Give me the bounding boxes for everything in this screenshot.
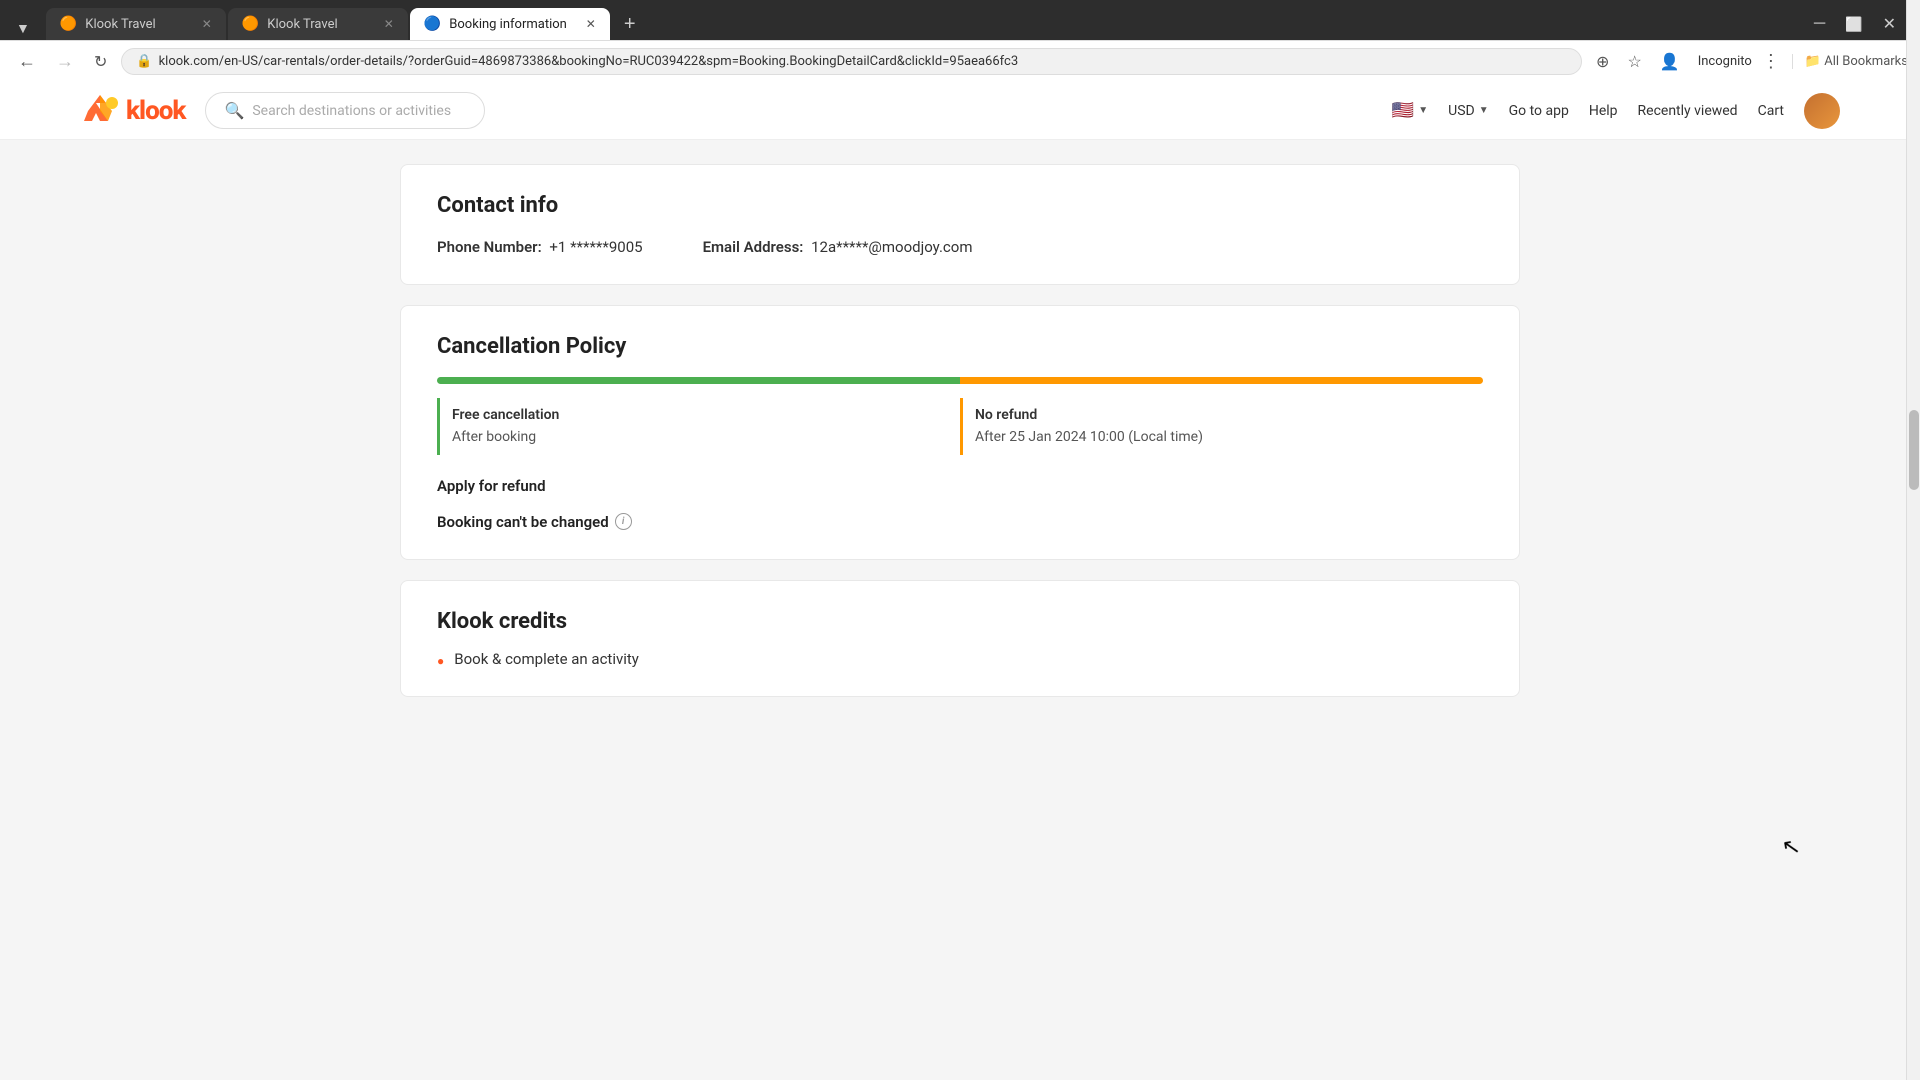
tab-2-close[interactable]: ✕ (384, 17, 394, 31)
page-content: klook 🔍 Search destinations or activitie… (0, 82, 1920, 922)
account-icon[interactable]: 👤 (1654, 50, 1686, 74)
free-cancellation-sub: After booking (452, 426, 948, 448)
browser-chrome: ▼ 🟠 Klook Travel ✕ 🟠 Klook Travel ✕ 🔵 Bo… (0, 0, 1920, 82)
policy-bar-green (437, 377, 960, 384)
tab-1-favicon: 🟠 (60, 16, 77, 32)
cancellation-policy-card: Cancellation Policy Free cancellation Af… (400, 305, 1520, 560)
no-refund-detail: No refund After 25 Jan 2024 10:00 (Local… (960, 398, 1483, 455)
bookmark-icon[interactable]: ☆ (1621, 50, 1647, 74)
contact-info-card: Contact info Phone Number: +1 ******9005… (400, 164, 1520, 285)
klook-credits-title: Klook credits (437, 609, 1483, 634)
search-placeholder-text: Search destinations or activities (252, 103, 451, 119)
tab-2-favicon: 🟠 (242, 16, 259, 32)
reload-btn[interactable]: ↻ (88, 50, 113, 74)
klook-logo[interactable]: klook (80, 93, 185, 129)
klook-logo-text: klook (126, 96, 185, 126)
extensions-icon[interactable]: ⊕ (1590, 50, 1615, 74)
phone-field: Phone Number: +1 ******9005 (437, 238, 643, 256)
tab-3[interactable]: 🔵 Booking information ✕ (410, 8, 610, 40)
contact-info-title: Contact info (437, 193, 1483, 218)
email-label: Email Address: (703, 238, 804, 256)
tab-1[interactable]: 🟠 Klook Travel ✕ (46, 8, 226, 40)
main-content: Contact info Phone Number: +1 ******9005… (320, 140, 1600, 721)
minimize-btn[interactable]: ─ (1806, 13, 1833, 35)
recently-viewed-link[interactable]: Recently viewed (1638, 103, 1738, 119)
bookmarks-label: 📁 All Bookmarks (1792, 54, 1908, 69)
phone-value: +1 ******9005 (549, 238, 642, 256)
go-to-app-link[interactable]: Go to app (1509, 103, 1569, 119)
free-cancellation-title: Free cancellation (452, 404, 948, 426)
email-value: 12a*****@moodjoy.com (811, 238, 972, 256)
currency-text: USD (1448, 103, 1475, 119)
forward-btn[interactable]: → (50, 49, 80, 74)
tab-3-close[interactable]: ✕ (586, 17, 596, 31)
email-field: Email Address: 12a*****@moodjoy.com (703, 238, 973, 256)
search-icon: 🔍 (224, 101, 244, 120)
phone-label: Phone Number: (437, 238, 542, 256)
help-link[interactable]: Help (1589, 103, 1618, 119)
close-btn[interactable]: ✕ (1875, 12, 1904, 36)
klook-credits-card: Klook credits ● Book & complete an activ… (400, 580, 1520, 697)
dropdown-arrow: ▼ (1418, 105, 1428, 116)
lock-icon: 🔒 (136, 54, 152, 69)
url-text: klook.com/en-US/car-rentals/order-detail… (159, 54, 1567, 69)
booking-change-notice: Booking can't be changed i (437, 513, 1483, 531)
back-btn[interactable]: ← (12, 49, 42, 74)
new-tab-btn[interactable]: + (614, 9, 646, 40)
currency-selector[interactable]: USD ▼ (1448, 103, 1488, 119)
klook-logo-icon (80, 93, 120, 129)
address-bar[interactable]: 🔒 klook.com/en-US/car-rentals/order-deta… (121, 48, 1582, 75)
search-bar[interactable]: 🔍 Search destinations or activities (205, 92, 485, 129)
tab-list-btn[interactable]: ▼ (8, 16, 38, 40)
scrollbar[interactable] (1906, 0, 1920, 1080)
tab-3-favicon: 🔵 (424, 16, 441, 32)
site-nav: klook 🔍 Search destinations or activitie… (0, 82, 1920, 140)
info-circle-icon[interactable]: i (615, 513, 632, 530)
apply-refund-link[interactable]: Apply for refund (437, 477, 1483, 495)
incognito-label: Incognito (1698, 54, 1752, 69)
scrollbar-thumb[interactable] (1909, 410, 1919, 490)
credits-bullet-icon: ● (437, 654, 444, 668)
user-avatar[interactable] (1804, 93, 1840, 129)
restore-btn[interactable]: ⬜ (1837, 14, 1870, 35)
policy-bar-orange (960, 377, 1483, 384)
tab-3-title: Booking information (449, 17, 578, 32)
credits-item-1: ● Book & complete an activity (437, 650, 1483, 668)
tab-1-close[interactable]: ✕ (202, 17, 212, 31)
tab-1-title: Klook Travel (85, 17, 194, 32)
tab-2[interactable]: 🟠 Klook Travel ✕ (228, 8, 408, 40)
menu-btn[interactable]: ⋮ (1758, 49, 1784, 74)
cart-link[interactable]: Cart (1758, 103, 1784, 119)
no-refund-sub: After 25 Jan 2024 10:00 (Local time) (975, 426, 1471, 448)
flag-icon: 🇺🇸 (1392, 100, 1414, 121)
credits-item-1-text: Book & complete an activity (454, 650, 639, 668)
no-refund-title: No refund (975, 404, 1471, 426)
contact-fields: Phone Number: +1 ******9005 Email Addres… (437, 238, 1483, 256)
policy-details-row: Free cancellation After booking No refun… (437, 398, 1483, 455)
booking-change-text: Booking can't be changed (437, 513, 609, 531)
policy-progress-bar (437, 377, 1483, 384)
cancellation-policy-title: Cancellation Policy (437, 334, 1483, 359)
flag-currency[interactable]: 🇺🇸 ▼ (1392, 100, 1428, 121)
tab-2-title: Klook Travel (267, 17, 376, 32)
free-cancellation-detail: Free cancellation After booking (437, 398, 960, 455)
currency-arrow: ▼ (1479, 105, 1489, 116)
